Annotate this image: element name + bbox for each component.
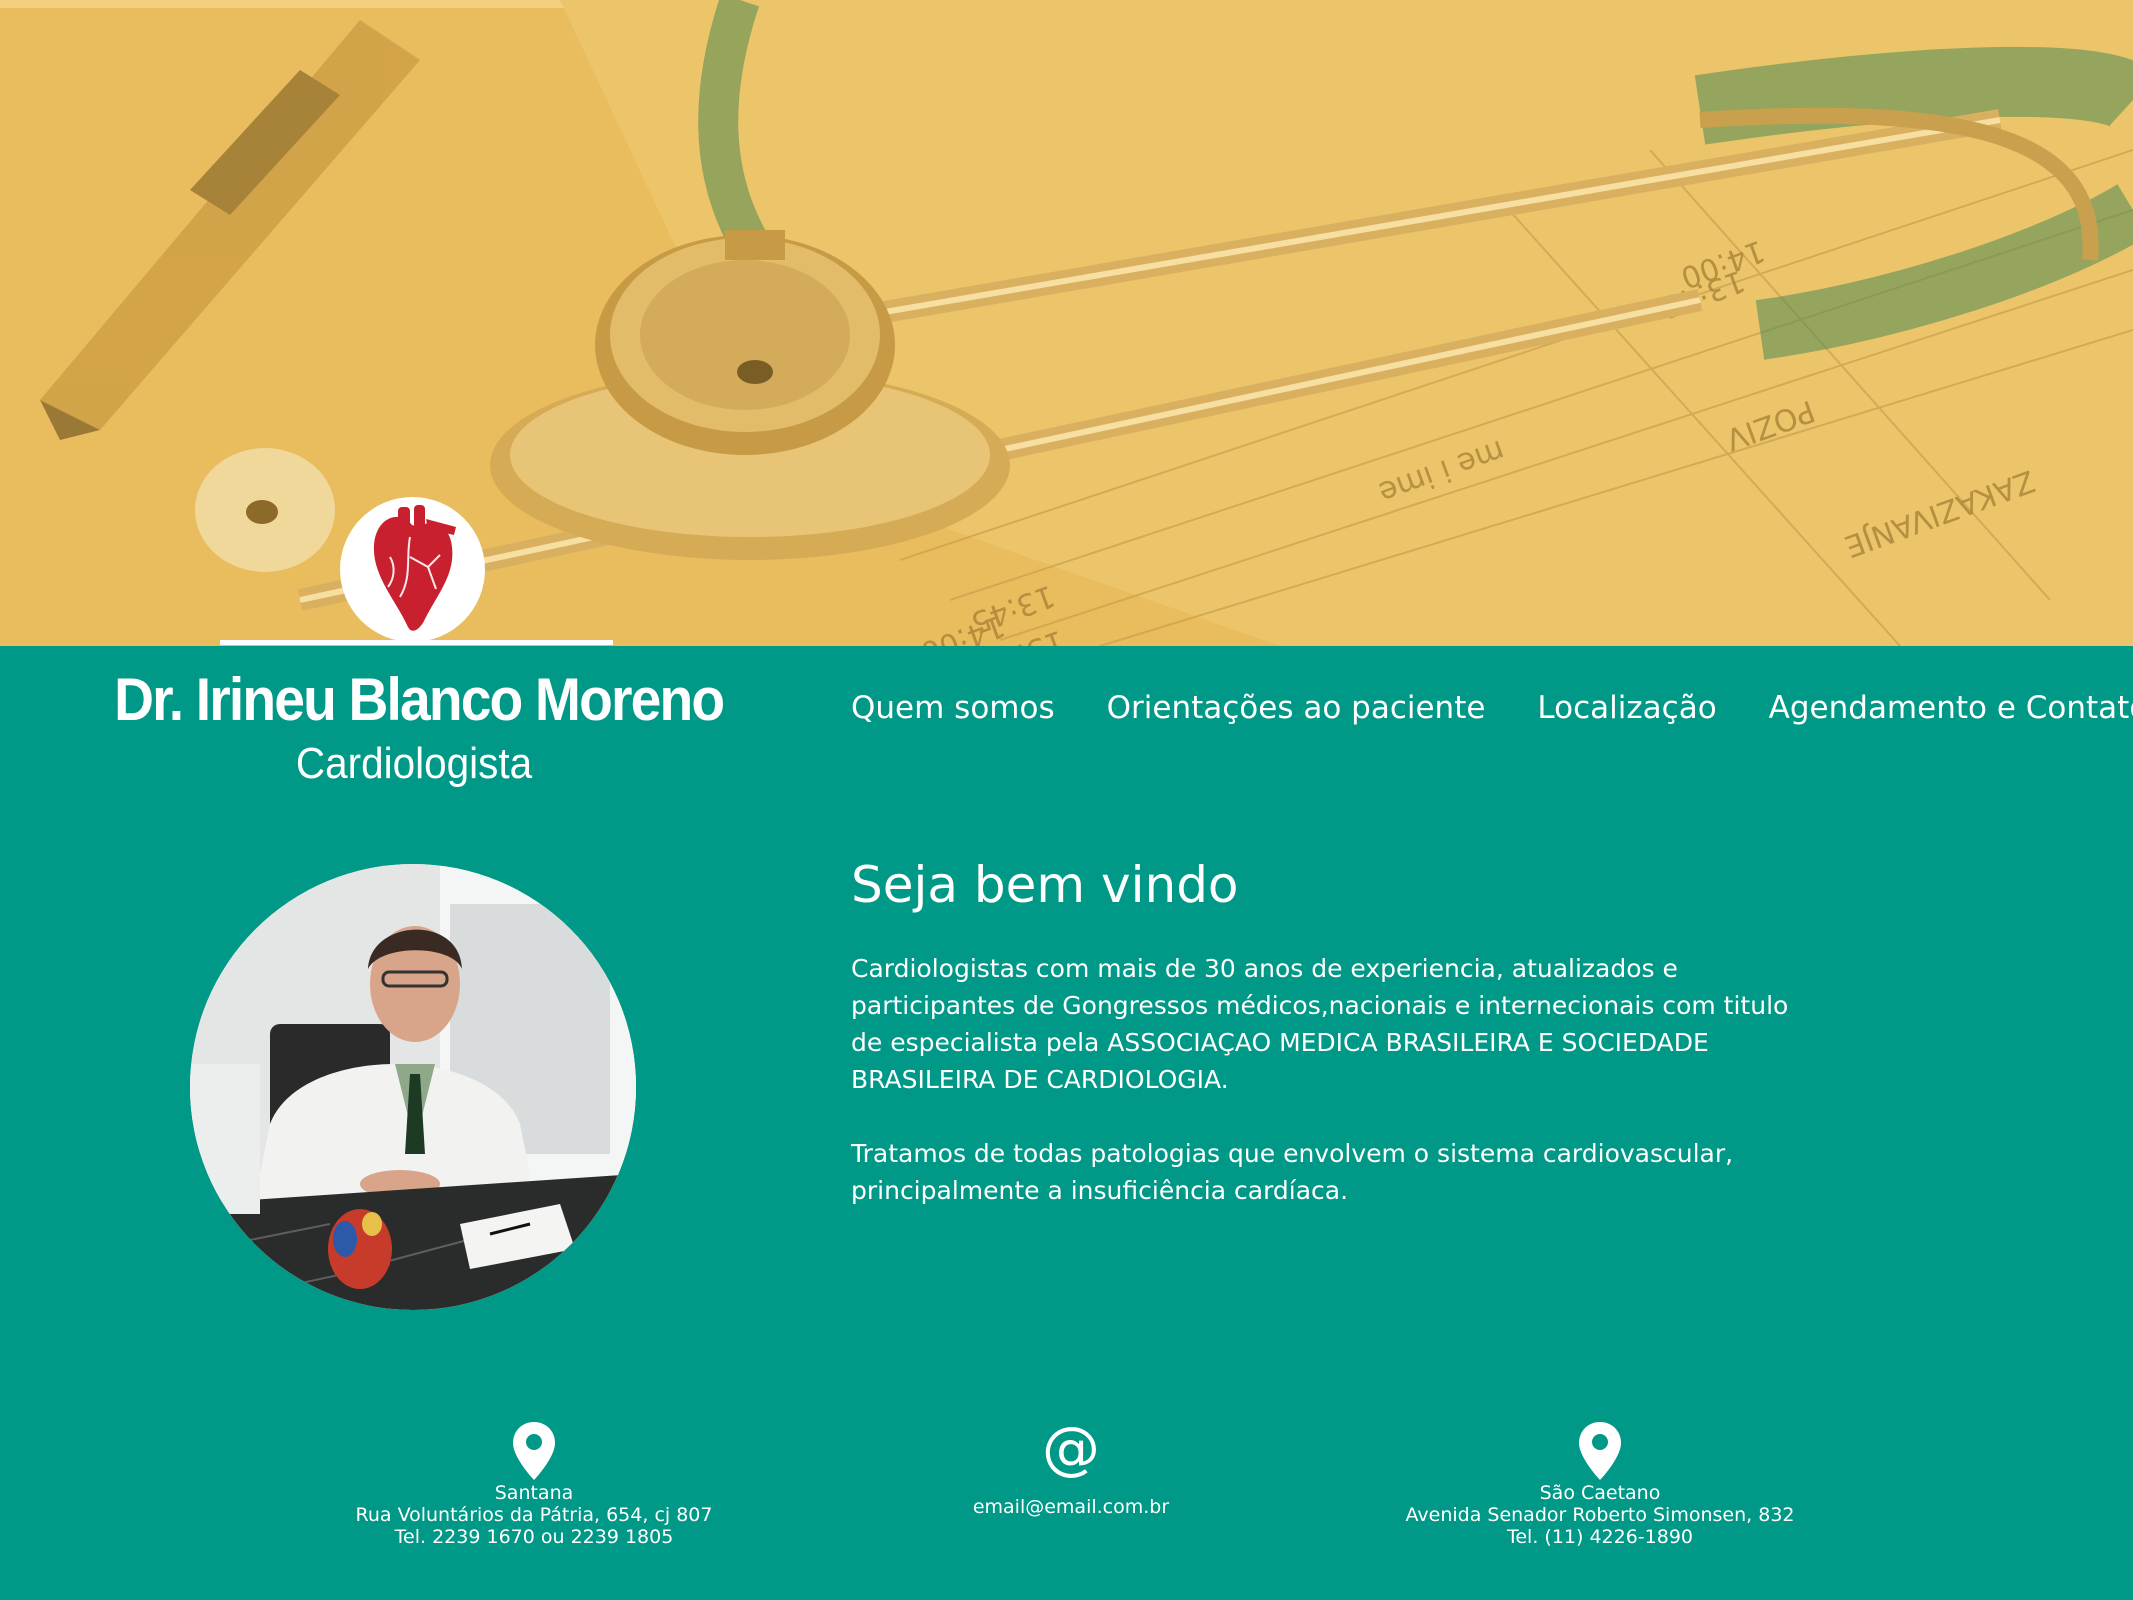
intro-paragraph: Cardiologistas com mais de 30 anos de ex… (851, 954, 1789, 1094)
contact-phone: Tel. 2239 1670 ou 2239 1805 (394, 1526, 674, 1548)
welcome-title: Seja bem vindo (851, 856, 1239, 914)
main-nav: Quem somos Orientações ao paciente Local… (851, 690, 2133, 726)
nav-item-localizacao[interactable]: Localização (1537, 690, 1716, 726)
hero-banner: 14:00 13:45 13:30 POZIV ZAKAZIVANJE me i… (0, 0, 2133, 646)
intro-paragraph: Tratamos de todas patologias que envolve… (851, 1139, 1734, 1205)
contact-title: Santana (494, 1482, 574, 1504)
doctor-photo (190, 864, 636, 1310)
contact-phone: Tel. (11) 4226-1890 (1506, 1526, 1694, 1548)
contact-address: Avenida Senador Roberto Simonsen, 832 (1405, 1504, 1795, 1526)
contact-sao-caetano: São Caetano Avenida Senador Roberto Simo… (1400, 1420, 1800, 1548)
contact-address: Rua Voluntários da Pátria, 654, cj 807 (355, 1504, 713, 1526)
nav-item-orientacoes[interactable]: Orientações ao paciente (1107, 690, 1486, 726)
nav-item-agendamento-contato[interactable]: Agendamento e Contato (1769, 690, 2133, 726)
nav-item-quem-somos[interactable]: Quem somos (851, 690, 1055, 726)
email-link[interactable]: email@email.com.br (871, 1496, 1271, 1518)
heart-icon (373, 505, 456, 631)
brand-name: Dr. Irineu Blanco Moreno (114, 666, 725, 733)
stethoscope-image: 14:00 13:45 13:30 POZIV ZAKAZIVANJE me i… (0, 0, 2133, 646)
map-pin-icon (1579, 1422, 1621, 1480)
at-icon: @ (1042, 1414, 1100, 1482)
logo-badge[interactable] (340, 497, 485, 642)
contact-email: @ email@email.com.br (871, 1414, 1271, 1518)
map-pin-icon (513, 1422, 555, 1480)
brand-role: Cardiologista (295, 739, 533, 788)
brand[interactable]: Dr. Irineu Blanco Moreno Cardiologista (88, 666, 740, 794)
contact-santana: Santana Rua Voluntários da Pátria, 654, … (334, 1420, 734, 1548)
contact-title: São Caetano (1539, 1482, 1661, 1504)
intro-text: Cardiologistas com mais de 30 anos de ex… (851, 950, 1791, 1209)
